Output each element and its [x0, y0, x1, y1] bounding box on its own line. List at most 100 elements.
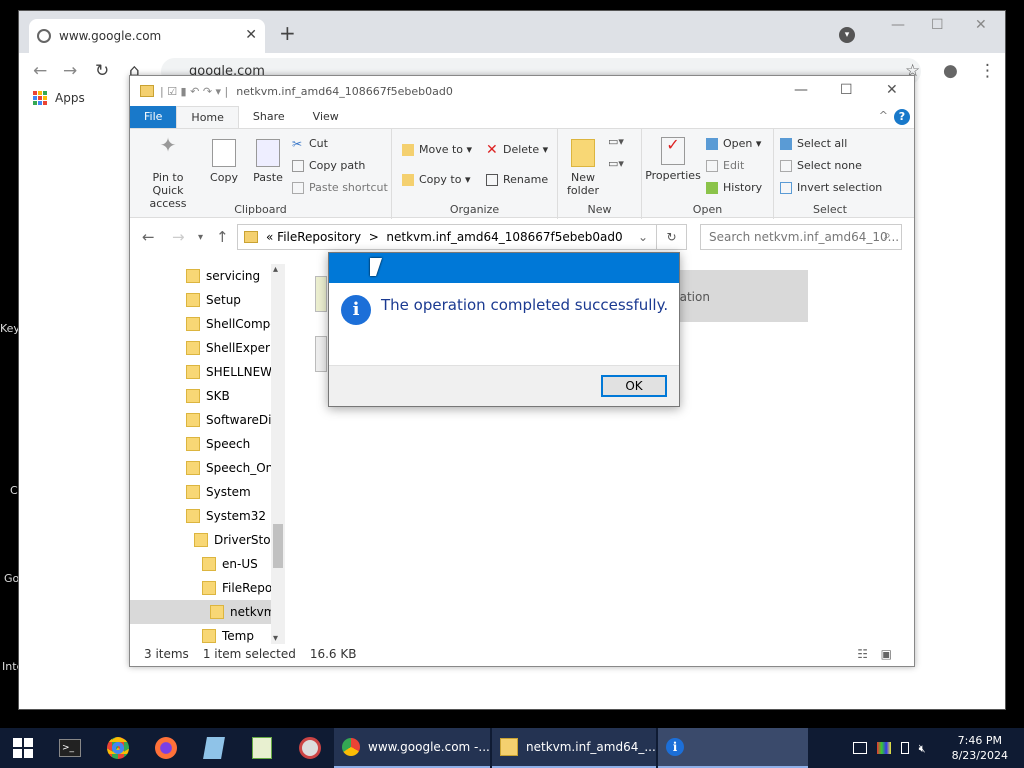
large-icons-view-icon[interactable]: ▣ [881, 647, 892, 661]
chrome-icon [107, 737, 129, 759]
tree-item[interactable]: System32 [186, 504, 266, 528]
tree-item[interactable]: System [186, 480, 251, 504]
back-icon[interactable]: ← [142, 228, 155, 246]
forward-icon[interactable]: → [172, 228, 185, 246]
tree-item[interactable]: Setup [186, 288, 241, 312]
properties-button[interactable]: ✓ Properties [644, 137, 702, 183]
ribbon-collapse-icon[interactable]: ^ [879, 109, 888, 122]
maximize-icon[interactable]: ☐ [931, 17, 944, 33]
ok-button[interactable]: OK [601, 375, 667, 397]
tab-share[interactable]: Share [239, 106, 299, 128]
chrome-tab[interactable]: www.google.com ✕ [29, 19, 265, 53]
tab-home[interactable]: Home [176, 106, 239, 128]
tab-view[interactable]: View [299, 106, 353, 128]
easy-access-icon[interactable]: ▭▾ [608, 157, 624, 170]
minimize-icon[interactable]: — [891, 17, 905, 33]
apps-grid-icon [33, 91, 47, 105]
selected-file-item[interactable]: nation [672, 270, 808, 322]
tree-item[interactable]: ShellExperie [186, 336, 281, 360]
tree-item[interactable]: Speech [186, 432, 250, 456]
tree-item[interactable]: SKB [186, 384, 230, 408]
move-to-button[interactable]: Move to ▾ [402, 143, 472, 156]
bookmark-apps[interactable]: Apps [33, 91, 85, 105]
taskbar-app[interactable] [238, 728, 286, 768]
tree-item[interactable]: FileRepo [202, 576, 272, 600]
tree-item[interactable]: Speech_One [186, 456, 281, 480]
taskbar-task-dialog[interactable]: i [658, 728, 808, 768]
edit-button[interactable]: Edit [706, 159, 744, 172]
tree-item[interactable]: servicing [186, 264, 260, 288]
taskbar-task-chrome[interactable]: www.google.com -... [334, 728, 490, 768]
taskbar-task-explorer[interactable]: netkvm.inf_amd64_... [492, 728, 656, 768]
copy-button[interactable]: Copy [204, 139, 244, 184]
open-button[interactable]: Open ▾ [706, 137, 761, 150]
tab-file[interactable]: File [130, 106, 177, 128]
copy-to-button[interactable]: Copy to ▾ [402, 173, 470, 186]
address-dropdown-icon[interactable]: ⌄ [638, 230, 648, 244]
tree-scrollbar[interactable]: ▴ ▾ [271, 264, 285, 644]
scroll-up-icon[interactable]: ▴ [273, 264, 278, 275]
up-icon[interactable]: ↑ [216, 228, 229, 246]
cut-button[interactable]: ✂ Cut [292, 137, 328, 150]
scroll-thumb[interactable] [273, 524, 283, 568]
tree-item[interactable]: ShellCompo [186, 312, 278, 336]
taskbar-app[interactable] [190, 728, 238, 768]
taskbar-cmd[interactable]: >_ [46, 728, 94, 768]
copy-path-label: Copy path [309, 159, 366, 172]
paste-shortcut-button[interactable]: Paste shortcut [292, 181, 388, 194]
tree-item[interactable]: SHELLNEW [186, 360, 272, 384]
taskbar-app[interactable] [286, 728, 334, 768]
clock[interactable]: 7:46 PM 8/23/2024 [952, 733, 1008, 763]
select-none-button[interactable]: Select none [780, 159, 862, 172]
taskbar-chrome[interactable] [94, 728, 142, 768]
volume-muted-icon[interactable]: 🔇︎ [919, 742, 933, 755]
taskbar-firefox[interactable] [142, 728, 190, 768]
search-input[interactable]: Search netkvm.inf_amd64_10... [700, 224, 902, 250]
open-group: ✓ Properties Open ▾ Edit History Open [642, 129, 774, 219]
breadcrumb-current[interactable]: netkvm.inf_amd64_108667f5ebeb0ad0 [386, 230, 622, 244]
details-view-icon[interactable]: ☷ [857, 647, 868, 661]
history-button[interactable]: History [706, 181, 762, 194]
breadcrumb-overflow[interactable]: « [266, 230, 273, 244]
tree-item[interactable]: SoftwareDis [186, 408, 278, 432]
usb-icon[interactable] [900, 742, 909, 754]
tree-item-label: FileRepo [222, 581, 273, 595]
invert-selection-button[interactable]: Invert selection [780, 181, 882, 194]
forward-icon[interactable]: → [63, 61, 77, 81]
menu-icon[interactable]: ⋮ [979, 61, 996, 81]
new-tab-button[interactable]: + [279, 21, 296, 45]
network-icon[interactable] [852, 742, 867, 754]
profile-icon[interactable]: ● [943, 61, 958, 81]
copy-path-button[interactable]: Copy path [292, 159, 365, 172]
start-button[interactable] [0, 728, 46, 768]
copy-label: Copy [210, 171, 238, 184]
system-tray: 🔇︎ 7:46 PM 8/23/2024 [848, 728, 1018, 768]
address-bar[interactable]: « FileRepository > netkvm.inf_amd64_1086… [237, 224, 657, 250]
tree-item[interactable]: DriverStore [194, 528, 283, 552]
help-icon[interactable]: ? [894, 109, 910, 125]
tree-item[interactable]: en-US [202, 552, 258, 576]
minimize-icon[interactable]: — [794, 82, 808, 98]
quick-access-toolbar[interactable]: | ☑ ▮ ↶ ↷ ▾ | [160, 85, 228, 98]
tab-close-icon[interactable]: ✕ [245, 27, 257, 43]
tree-item-selected[interactable]: netkvm [130, 600, 275, 624]
reload-icon[interactable]: ↻ [95, 61, 109, 81]
refresh-icon[interactable]: ↻ [657, 224, 687, 250]
breadcrumb-filerepository[interactable]: FileRepository [277, 230, 361, 244]
close-icon[interactable]: ✕ [886, 82, 898, 98]
paste-button[interactable]: Paste [248, 139, 288, 184]
tab-search-icon[interactable]: ▾ [839, 27, 855, 43]
display-icon[interactable] [876, 742, 891, 754]
new-item-icon[interactable]: ▭▾ [608, 135, 624, 148]
close-icon[interactable]: ✕ [975, 17, 987, 33]
back-icon[interactable]: ← [33, 61, 47, 81]
maximize-icon[interactable]: ☐ [840, 82, 853, 98]
new-folder-button[interactable]: New folder [562, 139, 604, 197]
pin-quick-access-button[interactable]: ✦ Pin to Quick access [136, 135, 200, 210]
rename-button[interactable]: Rename [486, 173, 548, 186]
file-icon[interactable] [315, 336, 327, 372]
delete-button[interactable]: ✕ Delete ▾ [486, 143, 548, 157]
select-all-button[interactable]: Select all [780, 137, 847, 150]
file-icon[interactable] [315, 276, 327, 312]
recent-locations-icon[interactable]: ▾ [198, 232, 203, 243]
